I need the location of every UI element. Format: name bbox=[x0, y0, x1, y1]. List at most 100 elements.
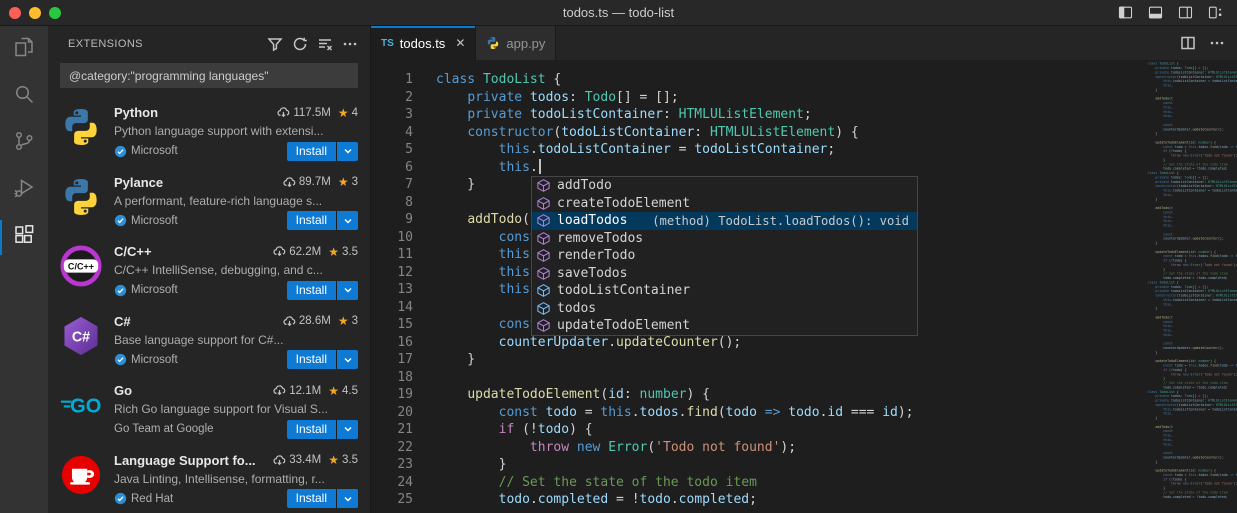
svg-text:C/C++: C/C++ bbox=[68, 261, 94, 271]
suggestion-loadTodos[interactable]: loadTodos (method) TodoList.loadTodos():… bbox=[532, 212, 917, 230]
toggle-panel-icon[interactable] bbox=[1147, 4, 1164, 21]
extension-row[interactable]: Pylance 89.7M ★ 3 A performant, feature-… bbox=[48, 166, 370, 236]
download-count: 117.5M bbox=[293, 107, 331, 119]
close-tab-icon[interactable]: ✕ bbox=[455, 36, 465, 50]
extension-row[interactable]: C/C++ C/C++ 62.2M ★ 3.5 C/C++ IntelliSen… bbox=[48, 235, 370, 305]
tab-todos.ts[interactable]: TStodos.ts✕ bbox=[371, 26, 476, 60]
install-options-chevron[interactable] bbox=[336, 142, 358, 161]
suggestion-addTodo[interactable]: addTodo bbox=[532, 177, 917, 195]
install-button[interactable]: Install bbox=[287, 211, 336, 230]
minimap[interactable]: class TodoList { private todos: Todo[] =… bbox=[1145, 60, 1237, 513]
customize-layout-icon[interactable] bbox=[1207, 4, 1224, 21]
close-window-button[interactable] bbox=[9, 7, 21, 19]
code-line: 1class TodoList { bbox=[371, 71, 1237, 89]
install-button[interactable]: Install bbox=[287, 142, 336, 161]
suggestion-createTodoElement[interactable]: createTodoElement bbox=[532, 195, 917, 213]
suggestion-saveTodos[interactable]: saveTodos bbox=[532, 265, 917, 283]
line-number: 13 bbox=[371, 281, 413, 299]
verified-publisher-icon bbox=[114, 145, 127, 158]
svg-text:C#: C# bbox=[72, 329, 90, 345]
line-number: 10 bbox=[371, 229, 413, 247]
code-line: 20 const todo = this.todos.find(todo => … bbox=[371, 404, 1237, 422]
toggle-primary-sidebar-icon[interactable] bbox=[1117, 4, 1134, 21]
publisher-name: Microsoft bbox=[131, 145, 178, 157]
activity-bar-item-explorer[interactable] bbox=[0, 26, 48, 73]
install-options-chevron[interactable] bbox=[336, 489, 358, 508]
install-options-chevron[interactable] bbox=[336, 211, 358, 230]
workbench: EXTENSIONS Python 117.5M ★ 4 Python lang… bbox=[0, 26, 1237, 513]
extension-details: C# 28.6M ★ 3 Base language support for C… bbox=[114, 312, 358, 375]
layout-controls bbox=[1117, 4, 1224, 21]
install-options-chevron[interactable] bbox=[336, 420, 358, 439]
minimap-content: class TodoList { private todos: Todo[] =… bbox=[1145, 60, 1237, 499]
line-number: 5 bbox=[371, 141, 413, 159]
suggestion-todoListContainer[interactable]: todoListContainer bbox=[532, 282, 917, 300]
toggle-secondary-sidebar-icon[interactable] bbox=[1177, 4, 1194, 21]
line-number: 25 bbox=[371, 491, 413, 509]
extension-row[interactable]: GO Go 12.1M ★ 4.5 Rich Go language suppo… bbox=[48, 374, 370, 444]
activity-bar-item-extensions[interactable] bbox=[0, 214, 48, 261]
code-editor[interactable]: 1class TodoList {2 private todos: Todo[]… bbox=[371, 60, 1237, 513]
install-button[interactable]: Install bbox=[287, 420, 336, 439]
tab-app.py[interactable]: app.py bbox=[476, 26, 556, 60]
python-logo-icon bbox=[60, 176, 102, 218]
filter-icon[interactable] bbox=[267, 36, 283, 52]
suggestion-renderTodo[interactable]: renderTodo bbox=[532, 247, 917, 265]
line-number: 19 bbox=[371, 386, 413, 404]
extension-name: C# bbox=[114, 314, 131, 329]
extension-row[interactable]: Language Support fo... 33.4M ★ 3.5 Java … bbox=[48, 444, 370, 513]
install-split-button: Install bbox=[287, 142, 358, 161]
extension-name: Language Support fo... bbox=[114, 453, 256, 468]
install-button[interactable]: Install bbox=[287, 489, 336, 508]
minimize-window-button[interactable] bbox=[29, 7, 41, 19]
install-split-button: Install bbox=[287, 211, 358, 230]
sidebar-header-actions bbox=[267, 36, 358, 52]
rating-value: 4.5 bbox=[342, 385, 358, 397]
install-options-chevron[interactable] bbox=[336, 350, 358, 369]
verified-publisher-icon bbox=[114, 492, 127, 505]
install-button[interactable]: Install bbox=[287, 281, 336, 300]
more-icon[interactable] bbox=[1209, 35, 1225, 51]
extension-details: Pylance 89.7M ★ 3 A performant, feature-… bbox=[114, 173, 358, 236]
suggest-widget: addTodo createTodoElement loadTodos (met… bbox=[531, 176, 918, 336]
extension-row[interactable]: Python 117.5M ★ 4 Python language suppor… bbox=[48, 96, 370, 166]
suggestion-todos[interactable]: todos bbox=[532, 300, 917, 318]
more-icon[interactable] bbox=[342, 36, 358, 52]
install-button[interactable]: Install bbox=[287, 350, 336, 369]
symbol-method-icon bbox=[536, 213, 551, 228]
extension-publisher: Go Team at Google bbox=[114, 423, 214, 435]
extension-name: C/C++ bbox=[114, 244, 152, 259]
line-number: 7 bbox=[371, 176, 413, 194]
install-options-chevron[interactable] bbox=[336, 281, 358, 300]
split-editor-icon[interactable] bbox=[1180, 35, 1196, 51]
activity-bar-item-run-debug[interactable] bbox=[0, 167, 48, 214]
minimap-line: counterUpdater.updateCounter(); bbox=[1148, 455, 1237, 459]
minimap-line: counterUpdater.updateCounter(); bbox=[1148, 237, 1237, 241]
extension-stats: 89.7M ★ 3 bbox=[277, 175, 358, 189]
star-icon: ★ bbox=[328, 453, 339, 467]
line-number: 12 bbox=[371, 264, 413, 282]
code-line: 3 private todoListContainer: HTMLUListEl… bbox=[371, 106, 1237, 124]
code-line: 22 throw new Error('Todo not found'); bbox=[371, 439, 1237, 457]
refresh-icon[interactable] bbox=[292, 36, 308, 52]
activity-bar-item-search[interactable] bbox=[0, 73, 48, 120]
code-line: 4 constructor(todoListContainer: HTMLULi… bbox=[371, 124, 1237, 142]
suggestion-removeTodos[interactable]: removeTodos bbox=[532, 230, 917, 248]
zoom-window-button[interactable] bbox=[49, 7, 61, 19]
line-number: 2 bbox=[371, 89, 413, 107]
extensions-search-input[interactable] bbox=[60, 63, 358, 88]
extension-details: Python 117.5M ★ 4 Python language suppor… bbox=[114, 103, 358, 166]
suggestion-label: renderTodo bbox=[557, 248, 635, 263]
minimap-line: counterUpdater.updateCounter(); bbox=[1148, 127, 1237, 131]
symbol-field-icon bbox=[536, 283, 551, 298]
extension-row[interactable]: C# C# 28.6M ★ 3 Base language support fo… bbox=[48, 305, 370, 375]
code-line: 16 counterUpdater.updateCounter(); bbox=[371, 334, 1237, 352]
extension-publisher: Red Hat bbox=[114, 492, 173, 505]
extensions-icon bbox=[12, 223, 36, 252]
line-number: 16 bbox=[371, 334, 413, 352]
minimap-line: todo.completed = !todo.completed; bbox=[1148, 495, 1237, 499]
suggestion-updateTodoElement[interactable]: updateTodoElement bbox=[532, 317, 917, 335]
clear-search-results-icon[interactable] bbox=[317, 36, 333, 52]
python-file-icon bbox=[486, 36, 500, 50]
activity-bar-item-source-control[interactable] bbox=[0, 120, 48, 167]
